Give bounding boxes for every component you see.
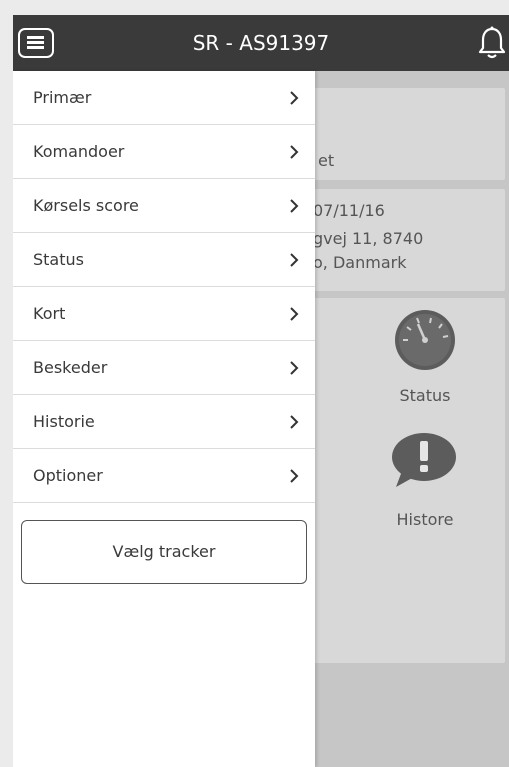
menu-item-label: Optioner <box>33 466 103 485</box>
chevron-right-icon <box>290 307 299 321</box>
menu-item-label: Beskeder <box>33 358 108 377</box>
chevron-right-icon <box>290 469 299 483</box>
menu-item-label: Kørsels score <box>33 196 139 215</box>
menu-item-beskeder[interactable]: Beskeder <box>13 341 315 395</box>
app-screen: et 07/11/16 gvej 11, 8740 o, Danmark Sta… <box>13 15 509 767</box>
menu-item-label: Kort <box>33 304 66 323</box>
chevron-right-icon <box>290 199 299 213</box>
chevron-right-icon <box>290 253 299 267</box>
navigation-drawer: Primær Komandoer Kørsels score Status Ko… <box>13 71 315 767</box>
menu-item-primaer[interactable]: Primær <box>13 71 315 125</box>
speedometer-icon <box>395 310 455 370</box>
background-address-city: o, Danmark <box>313 253 407 272</box>
bell-icon[interactable] <box>477 25 507 61</box>
menu-item-kort[interactable]: Kort <box>13 287 315 341</box>
menu-item-label: Komandoer <box>33 142 125 161</box>
background-card-info-text: et <box>318 151 335 170</box>
top-app-bar: SR - AS91397 <box>13 15 509 71</box>
menu-item-korsels-score[interactable]: Kørsels score <box>13 179 315 233</box>
menu-item-label: Status <box>33 250 84 269</box>
chevron-right-icon <box>290 361 299 375</box>
menu-item-optioner[interactable]: Optioner <box>13 449 315 503</box>
background-address-line: gvej 11, 8740 <box>313 229 424 248</box>
background-date-text: 07/11/16 <box>313 201 385 220</box>
menu-item-status[interactable]: Status <box>13 233 315 287</box>
history-label: Histore <box>396 510 454 529</box>
chevron-right-icon <box>290 415 299 429</box>
menu-item-historie[interactable]: Historie <box>13 395 315 449</box>
exclamation-bubble-icon <box>392 433 456 487</box>
page-title: SR - AS91397 <box>192 31 330 55</box>
device-frame: et 07/11/16 gvej 11, 8740 o, Danmark Sta… <box>0 0 509 767</box>
status-label: Status <box>399 386 451 405</box>
menu-item-label: Historie <box>33 412 95 431</box>
select-tracker-button[interactable]: Vælg tracker <box>21 520 307 584</box>
menu-item-label: Primær <box>33 88 92 107</box>
menu-item-komandoer[interactable]: Komandoer <box>13 125 315 179</box>
chevron-right-icon <box>290 91 299 105</box>
chevron-right-icon <box>290 145 299 159</box>
